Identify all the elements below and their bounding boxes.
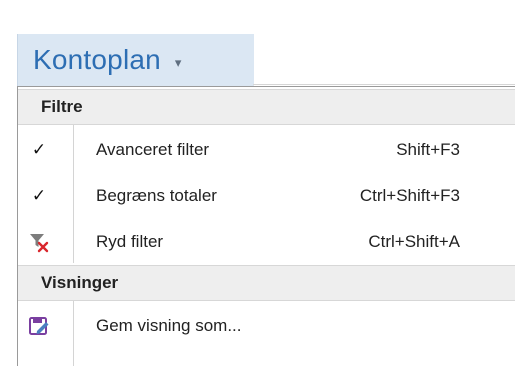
page-title: Kontoplan — [33, 44, 161, 75]
menu-item-label: Ryd filter — [96, 232, 164, 251]
section-label: Visninger — [41, 273, 119, 292]
menu-item-gem-visning-som[interactable]: Gem visning som... — [18, 303, 515, 349]
check-icon: ✓ — [31, 140, 47, 160]
menu-item-label: Begræns totaler — [96, 186, 217, 205]
divider — [253, 84, 515, 85]
kontoplan-dropdown[interactable]: Kontoplan ▾ — [17, 34, 254, 86]
screen: Kontoplan ▾ Filtre ✓ Avanceret filter Sh… — [0, 0, 515, 366]
menu-item-begraens-totaler[interactable]: ✓ Begræns totaler Ctrl+Shift+F3 — [18, 173, 515, 219]
menu-item-label: Gem visning som... — [96, 316, 242, 335]
menu-item-ryd-filter[interactable]: Ryd filter Ctrl+Shift+A — [18, 219, 515, 265]
chevron-down-icon: ▾ — [174, 55, 182, 70]
top-blank-area — [0, 0, 515, 34]
menu-item-label: Avanceret filter — [96, 140, 210, 159]
section-header-visninger: Visninger — [18, 265, 515, 301]
section-header-filtre: Filtre — [18, 89, 515, 125]
menu-item-shortcut: Shift+F3 — [396, 140, 460, 159]
clear-filter-icon — [28, 231, 50, 253]
section-label: Filtre — [41, 97, 83, 116]
save-view-icon — [28, 315, 50, 337]
check-icon: ✓ — [31, 186, 47, 206]
menu-item-avanceret-filter[interactable]: ✓ Avanceret filter Shift+F3 — [18, 127, 515, 173]
menu-item-shortcut: Ctrl+Shift+F3 — [359, 186, 460, 205]
menu-item-shortcut: Ctrl+Shift+A — [368, 232, 460, 251]
dropdown-menu: Filtre ✓ Avanceret filter Shift+F3 ✓ Beg… — [17, 86, 515, 366]
